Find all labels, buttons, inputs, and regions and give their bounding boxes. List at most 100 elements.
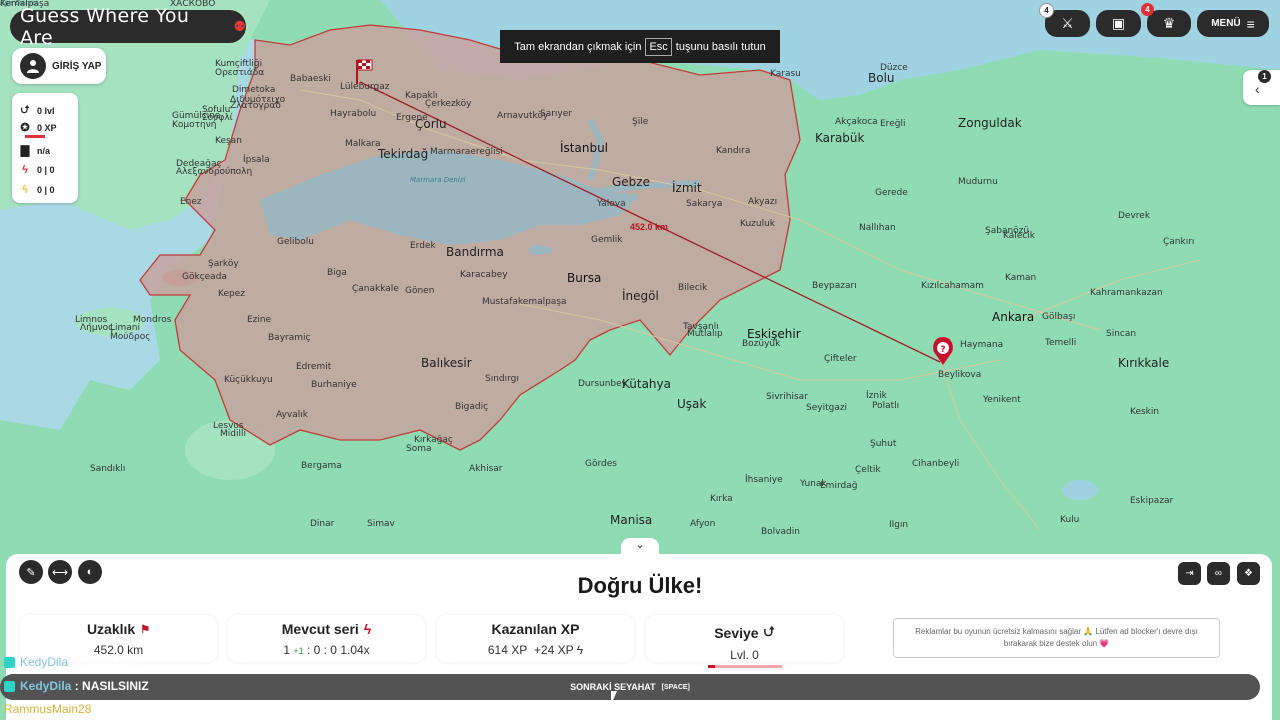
map-label: Küçükkuyu (224, 375, 273, 385)
lightning-icon: ϟ (363, 621, 372, 637)
map-label: Polatlı (872, 401, 900, 411)
distance-label: 452.0 km (630, 222, 669, 232)
map-label: İznik (866, 391, 887, 401)
chat-message: KedyDila : NASILSINIZ (4, 679, 149, 693)
collapse-panel-button[interactable]: ⌄ (621, 538, 659, 556)
map-label: Gökçeada (182, 272, 227, 282)
map-label: Ayvalık (276, 410, 308, 420)
map-label: Karasu (770, 69, 801, 79)
map-label: Babaeski (290, 74, 331, 84)
map-label: İstanbul (560, 141, 609, 155)
map-label: Çanakkale (352, 284, 399, 294)
map-label: Kuzuluk (740, 219, 776, 229)
map-label: Sandıklı (90, 464, 126, 474)
map-label: Mudurnu (958, 177, 998, 187)
map-label: Σουφλί (202, 113, 233, 123)
map-label: Gemlik (591, 235, 623, 245)
level-up-icon: ⮍ (20, 104, 30, 116)
map-label: Beylikova (938, 370, 982, 380)
swords-icon: ⚔ (1061, 15, 1074, 31)
map-label: Keskin (1130, 407, 1160, 417)
map-label: Çorlu (415, 117, 447, 131)
ad-notice: Reklamlar bu oyunun ücretsiz kalmasını s… (893, 618, 1220, 658)
map-label: Bilecik (678, 283, 708, 293)
map-label: Edremit (296, 362, 332, 372)
map-label: Nallıhan (859, 223, 896, 233)
login-button[interactable]: GİRİŞ YAP (12, 48, 106, 84)
map-label: Gönen (405, 286, 435, 296)
xp-value: 614 XP +24 XP ϟ (487, 643, 584, 657)
esc-key: Esc (645, 37, 672, 56)
map-label: Lüleburgaz (340, 82, 390, 92)
map-label: Çifteler (824, 354, 857, 364)
map-label: İzmit (672, 181, 702, 195)
map-label: Mondros (133, 315, 172, 325)
map-label: Beypazarı (812, 281, 857, 291)
map-label: Haymana (960, 340, 1004, 350)
lightning-icon: ϟ (576, 643, 584, 657)
map-label: Kahramankazan (1090, 288, 1163, 298)
map-label: Gelibolu (277, 237, 314, 247)
shop-button[interactable]: ▣ (1096, 10, 1141, 37)
bolt-icon: ϟ (22, 184, 28, 196)
chevron-left-icon: ‹ (1255, 81, 1260, 97)
next-trip-button[interactable]: SONRAKİ SEYAHAT [SPACE] (0, 674, 1260, 700)
map-label: Mustafakemalpaşa (482, 297, 567, 307)
map-label: Şarköy (208, 259, 239, 269)
map-label: Kütahya (622, 377, 671, 391)
stat-streak: ϟ0 | 0 (18, 164, 54, 176)
map-label: Sarıyer (540, 109, 572, 119)
menu-label: MENÜ (1211, 18, 1241, 29)
map-label: Gerede (875, 188, 908, 198)
map-label: Ereğli (880, 119, 906, 129)
app-title: Guess Where You Are (20, 4, 190, 49)
map-label: Bursa (567, 271, 602, 285)
map-label: Μούδρος (110, 332, 151, 342)
stat-rank: ▇ n/a (18, 144, 50, 157)
map-label: Kepez (218, 289, 245, 299)
stat-xp: ✪ 0 XP (18, 121, 56, 134)
chevron-up-icon: ⮍ (763, 623, 775, 639)
map-label: Mutlalıp (687, 329, 723, 339)
map-label: Kandıra (716, 146, 751, 156)
app-logo[interactable]: Guess Where You Are ⚉ (10, 5, 246, 49)
player-stats-panel: ⮍ 0 lvl ✪ 0 XP ▇ n/a ϟ0 | 0 ϟ0 | 0 (12, 93, 78, 203)
flag-icon: ⚑ (140, 623, 151, 636)
menu-button[interactable]: MENÜ ≡ (1197, 10, 1269, 37)
chat-message: RammusMain28 : iyiyim sen (4, 702, 155, 716)
map-label: Dursunbey (578, 379, 628, 389)
map-label: Kulu (1060, 515, 1080, 525)
notification-badge: 4 (1141, 3, 1154, 16)
user-icon (4, 680, 15, 692)
map-label: Balıkesir (421, 356, 472, 370)
map-label: Kırka (710, 494, 733, 504)
map-label: Sındırgı (485, 374, 519, 384)
map-label: Uşak (677, 397, 707, 411)
map-label: Manisa (610, 513, 653, 527)
map-label: Sakarya (686, 199, 723, 209)
map-label: Karacabey (460, 270, 508, 280)
map-label: Devrek (1118, 211, 1151, 221)
map-label: Kızılcahamam (921, 281, 984, 291)
map-label: Ilgın (889, 520, 909, 530)
leaderboard-button[interactable]: ♛ (1147, 10, 1191, 37)
map-label: Enez (180, 197, 202, 207)
map-pin-icon: ⚉ (233, 18, 246, 34)
map-label: Şile (632, 117, 649, 127)
map-label: Yalova (597, 199, 626, 209)
hamburger-icon: ≡ (1246, 15, 1255, 32)
map-label: Dinar (310, 519, 335, 529)
map-label: İnegöl (622, 289, 659, 303)
result-title: Doğru Ülke! (577, 573, 703, 598)
xp-card: Kazanılan XP 614 XP +24 XP ϟ (437, 615, 634, 662)
map-label: Soma (406, 444, 432, 454)
map-label: Akyazı (748, 197, 778, 207)
fullscreen-notice: Tam ekrandan çıkmak için Esc tuşunu bası… (500, 30, 780, 63)
map-label: İpsala (243, 155, 270, 165)
map-label: Zonguldak (958, 116, 1022, 130)
xp-progress-bar (25, 135, 45, 138)
map-label: Malkara (345, 139, 381, 149)
user-icon (4, 656, 15, 668)
side-panel-toggle[interactable]: 1 ‹ (1243, 70, 1280, 105)
map-label: Bigadiç (455, 402, 489, 412)
